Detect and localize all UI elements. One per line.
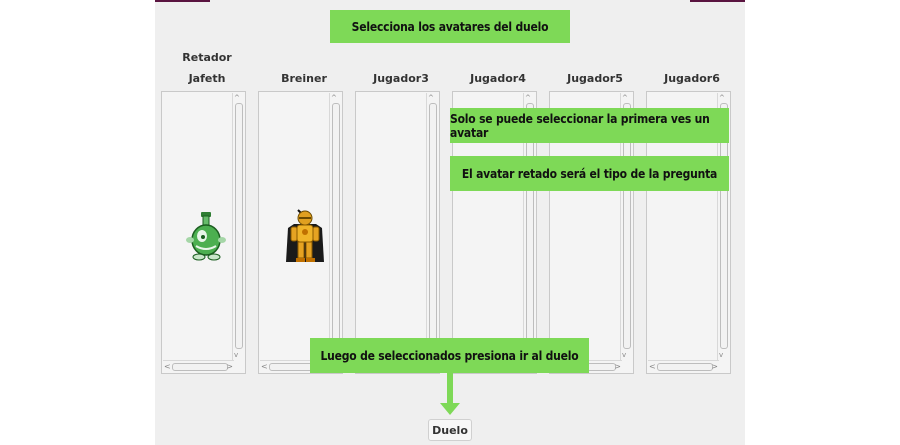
golden-knight-icon[interactable] xyxy=(284,208,326,270)
avatar-list-panel-3[interactable]: ^v <> xyxy=(355,91,440,374)
vertical-scrollbar[interactable]: ^v xyxy=(426,93,438,360)
player-name-6: Jugador6 xyxy=(664,72,720,85)
player-name-3: Jugador3 xyxy=(373,72,429,85)
player-name-5: Jugador5 xyxy=(567,72,623,85)
tip-callout-challenged-avatar: El avatar retado será el tipo de la preg… xyxy=(450,156,729,191)
player-name-1: Jafeth xyxy=(188,72,226,85)
vertical-scrollbar[interactable]: ^v xyxy=(329,93,341,360)
tip-callout-unique-selection: Solo se puede seleccionar la primera ves… xyxy=(450,108,729,143)
player-name-4: Jugador4 xyxy=(470,72,526,85)
green-potion-creature-icon[interactable] xyxy=(184,210,228,266)
horizontal-scrollbar[interactable]: <> xyxy=(648,360,719,372)
player-name-2: Breiner xyxy=(281,72,327,85)
duelo-button[interactable]: Duelo xyxy=(428,419,472,441)
tip-callout-go-to-duel: Luego de seleccionados presiona ir al du… xyxy=(310,338,589,373)
titlebar-accent-left xyxy=(155,0,210,2)
titlebar-accent-right xyxy=(690,0,745,2)
horizontal-scrollbar[interactable]: <> xyxy=(163,360,234,372)
vertical-scrollbar[interactable]: ^v xyxy=(232,93,244,360)
down-arrow-icon xyxy=(440,403,460,415)
title-callout: Selecciona los avatares del duelo xyxy=(330,10,570,43)
retador-label: Retador xyxy=(182,51,232,64)
down-arrow-shaft xyxy=(447,373,453,407)
